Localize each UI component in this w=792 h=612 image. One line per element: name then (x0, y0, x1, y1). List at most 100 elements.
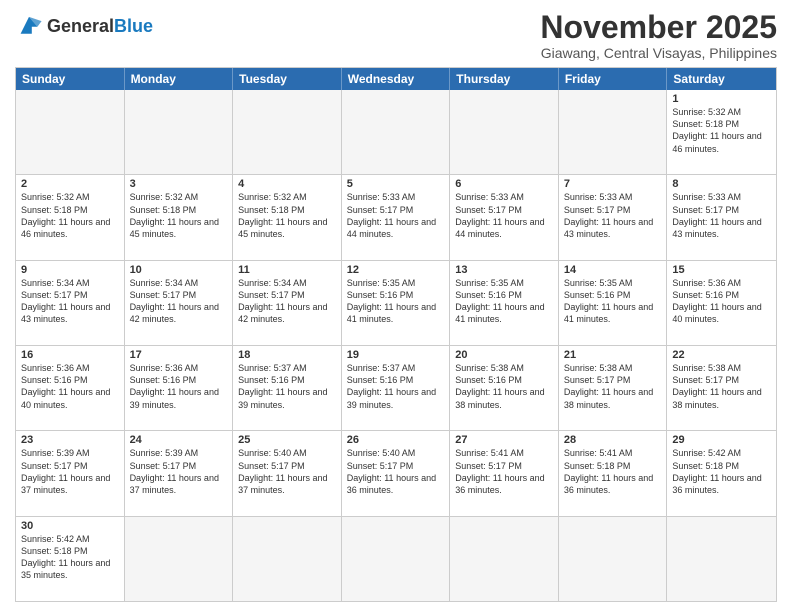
day-number: 25 (238, 434, 336, 446)
header-tuesday: Tuesday (233, 68, 342, 90)
calendar-cell-w2-d2: 3Sunrise: 5:32 AM Sunset: 5:18 PM Daylig… (125, 175, 234, 259)
calendar-cell-w1-d5 (450, 90, 559, 174)
day-number: 1 (672, 93, 771, 105)
header-saturday: Saturday (667, 68, 776, 90)
day-info: Sunrise: 5:32 AM Sunset: 5:18 PM Dayligh… (21, 191, 119, 240)
calendar-week-1: 1Sunrise: 5:32 AM Sunset: 5:18 PM Daylig… (16, 90, 776, 175)
calendar-cell-w3-d6: 14Sunrise: 5:35 AM Sunset: 5:16 PM Dayli… (559, 261, 668, 345)
day-number: 7 (564, 178, 662, 190)
day-number: 12 (347, 264, 445, 276)
calendar-cell-w4-d3: 18Sunrise: 5:37 AM Sunset: 5:16 PM Dayli… (233, 346, 342, 430)
day-info: Sunrise: 5:40 AM Sunset: 5:17 PM Dayligh… (347, 447, 445, 496)
day-number: 2 (21, 178, 119, 190)
day-info: Sunrise: 5:39 AM Sunset: 5:17 PM Dayligh… (130, 447, 228, 496)
day-info: Sunrise: 5:35 AM Sunset: 5:16 PM Dayligh… (455, 277, 553, 326)
logo-text: GeneralBlue (47, 17, 153, 35)
day-info: Sunrise: 5:36 AM Sunset: 5:16 PM Dayligh… (130, 362, 228, 411)
calendar-cell-w3-d5: 13Sunrise: 5:35 AM Sunset: 5:16 PM Dayli… (450, 261, 559, 345)
calendar-cell-w2-d6: 7Sunrise: 5:33 AM Sunset: 5:17 PM Daylig… (559, 175, 668, 259)
calendar-cell-w2-d3: 4Sunrise: 5:32 AM Sunset: 5:18 PM Daylig… (233, 175, 342, 259)
day-info: Sunrise: 5:36 AM Sunset: 5:16 PM Dayligh… (672, 277, 771, 326)
calendar-cell-w4-d1: 16Sunrise: 5:36 AM Sunset: 5:16 PM Dayli… (16, 346, 125, 430)
header-wednesday: Wednesday (342, 68, 451, 90)
day-number: 3 (130, 178, 228, 190)
day-info: Sunrise: 5:34 AM Sunset: 5:17 PM Dayligh… (130, 277, 228, 326)
location-title: Giawang, Central Visayas, Philippines (540, 45, 777, 61)
day-info: Sunrise: 5:38 AM Sunset: 5:16 PM Dayligh… (455, 362, 553, 411)
day-info: Sunrise: 5:37 AM Sunset: 5:16 PM Dayligh… (347, 362, 445, 411)
day-number: 16 (21, 349, 119, 361)
calendar-week-2: 2Sunrise: 5:32 AM Sunset: 5:18 PM Daylig… (16, 175, 776, 260)
day-number: 22 (672, 349, 771, 361)
day-info: Sunrise: 5:38 AM Sunset: 5:17 PM Dayligh… (564, 362, 662, 411)
day-info: Sunrise: 5:33 AM Sunset: 5:17 PM Dayligh… (455, 191, 553, 240)
calendar-cell-w6-d2 (125, 517, 234, 601)
logo-blue: Blue (114, 16, 153, 36)
day-number: 4 (238, 178, 336, 190)
day-info: Sunrise: 5:34 AM Sunset: 5:17 PM Dayligh… (238, 277, 336, 326)
day-info: Sunrise: 5:33 AM Sunset: 5:17 PM Dayligh… (672, 191, 771, 240)
day-number: 26 (347, 434, 445, 446)
day-info: Sunrise: 5:41 AM Sunset: 5:18 PM Dayligh… (564, 447, 662, 496)
calendar-cell-w4-d5: 20Sunrise: 5:38 AM Sunset: 5:16 PM Dayli… (450, 346, 559, 430)
calendar-cell-w6-d7 (667, 517, 776, 601)
calendar-cell-w5-d6: 28Sunrise: 5:41 AM Sunset: 5:18 PM Dayli… (559, 431, 668, 515)
day-number: 10 (130, 264, 228, 276)
logo: GeneralBlue (15, 14, 153, 38)
calendar-cell-w6-d5 (450, 517, 559, 601)
calendar-cell-w4-d2: 17Sunrise: 5:36 AM Sunset: 5:16 PM Dayli… (125, 346, 234, 430)
header-sunday: Sunday (16, 68, 125, 90)
calendar-cell-w2-d7: 8Sunrise: 5:33 AM Sunset: 5:17 PM Daylig… (667, 175, 776, 259)
calendar-cell-w5-d7: 29Sunrise: 5:42 AM Sunset: 5:18 PM Dayli… (667, 431, 776, 515)
day-number: 6 (455, 178, 553, 190)
calendar-cell-w5-d3: 25Sunrise: 5:40 AM Sunset: 5:17 PM Dayli… (233, 431, 342, 515)
calendar-cell-w5-d2: 24Sunrise: 5:39 AM Sunset: 5:17 PM Dayli… (125, 431, 234, 515)
day-number: 11 (238, 264, 336, 276)
title-area: November 2025 Giawang, Central Visayas, … (540, 10, 777, 61)
day-info: Sunrise: 5:33 AM Sunset: 5:17 PM Dayligh… (564, 191, 662, 240)
day-info: Sunrise: 5:34 AM Sunset: 5:17 PM Dayligh… (21, 277, 119, 326)
day-info: Sunrise: 5:39 AM Sunset: 5:17 PM Dayligh… (21, 447, 119, 496)
calendar-cell-w5-d4: 26Sunrise: 5:40 AM Sunset: 5:17 PM Dayli… (342, 431, 451, 515)
day-number: 13 (455, 264, 553, 276)
calendar-cell-w6-d4 (342, 517, 451, 601)
calendar-cell-w1-d6 (559, 90, 668, 174)
day-number: 28 (564, 434, 662, 446)
day-info: Sunrise: 5:32 AM Sunset: 5:18 PM Dayligh… (130, 191, 228, 240)
day-info: Sunrise: 5:32 AM Sunset: 5:18 PM Dayligh… (238, 191, 336, 240)
day-info: Sunrise: 5:35 AM Sunset: 5:16 PM Dayligh… (347, 277, 445, 326)
calendar-cell-w3-d3: 11Sunrise: 5:34 AM Sunset: 5:17 PM Dayli… (233, 261, 342, 345)
logo-general: General (47, 16, 114, 36)
calendar-cell-w1-d4 (342, 90, 451, 174)
day-number: 20 (455, 349, 553, 361)
day-number: 17 (130, 349, 228, 361)
day-number: 9 (21, 264, 119, 276)
calendar-cell-w5-d5: 27Sunrise: 5:41 AM Sunset: 5:17 PM Dayli… (450, 431, 559, 515)
calendar-cell-w1-d3 (233, 90, 342, 174)
day-number: 19 (347, 349, 445, 361)
day-info: Sunrise: 5:35 AM Sunset: 5:16 PM Dayligh… (564, 277, 662, 326)
calendar-cell-w3-d1: 9Sunrise: 5:34 AM Sunset: 5:17 PM Daylig… (16, 261, 125, 345)
day-number: 18 (238, 349, 336, 361)
day-info: Sunrise: 5:36 AM Sunset: 5:16 PM Dayligh… (21, 362, 119, 411)
day-info: Sunrise: 5:38 AM Sunset: 5:17 PM Dayligh… (672, 362, 771, 411)
calendar-cell-w3-d7: 15Sunrise: 5:36 AM Sunset: 5:16 PM Dayli… (667, 261, 776, 345)
day-number: 14 (564, 264, 662, 276)
calendar-cell-w3-d4: 12Sunrise: 5:35 AM Sunset: 5:16 PM Dayli… (342, 261, 451, 345)
calendar-body: 1Sunrise: 5:32 AM Sunset: 5:18 PM Daylig… (16, 90, 776, 601)
calendar-cell-w6-d1: 30Sunrise: 5:42 AM Sunset: 5:18 PM Dayli… (16, 517, 125, 601)
calendar-cell-w2-d5: 6Sunrise: 5:33 AM Sunset: 5:17 PM Daylig… (450, 175, 559, 259)
calendar-week-5: 23Sunrise: 5:39 AM Sunset: 5:17 PM Dayli… (16, 431, 776, 516)
header-monday: Monday (125, 68, 234, 90)
day-number: 24 (130, 434, 228, 446)
day-info: Sunrise: 5:32 AM Sunset: 5:18 PM Dayligh… (672, 106, 771, 155)
calendar-header: Sunday Monday Tuesday Wednesday Thursday… (16, 68, 776, 90)
day-number: 15 (672, 264, 771, 276)
day-number: 29 (672, 434, 771, 446)
calendar-cell-w1-d2 (125, 90, 234, 174)
day-number: 23 (21, 434, 119, 446)
day-info: Sunrise: 5:42 AM Sunset: 5:18 PM Dayligh… (672, 447, 771, 496)
calendar-week-4: 16Sunrise: 5:36 AM Sunset: 5:16 PM Dayli… (16, 346, 776, 431)
calendar-cell-w1-d7: 1Sunrise: 5:32 AM Sunset: 5:18 PM Daylig… (667, 90, 776, 174)
day-number: 5 (347, 178, 445, 190)
